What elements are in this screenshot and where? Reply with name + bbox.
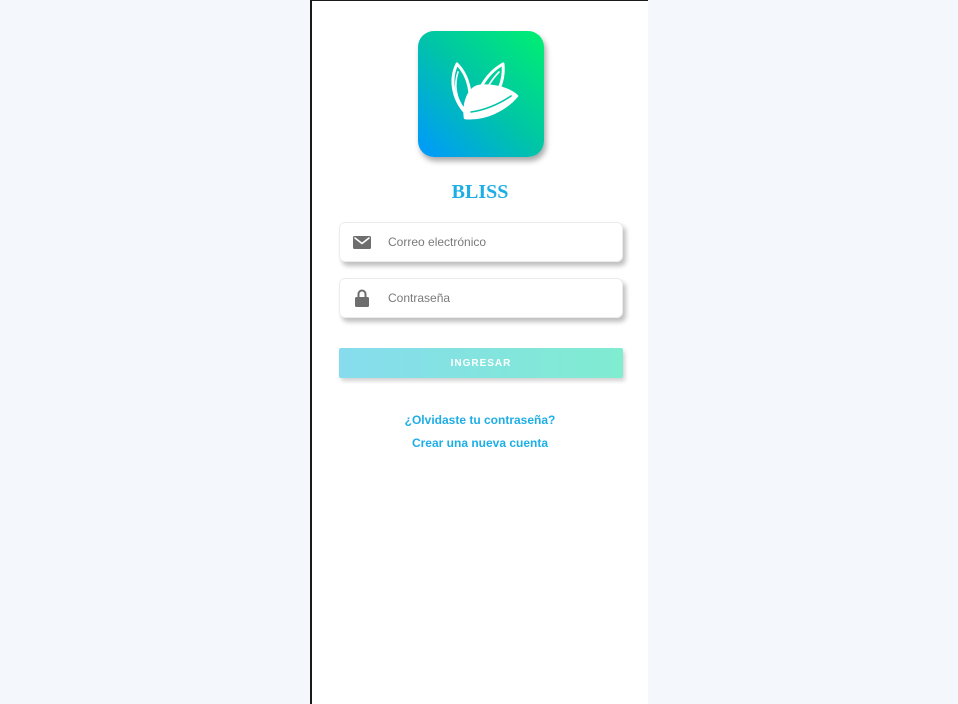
lock-icon [340,279,384,317]
login-screen: BLISS INGRESAR ¿Olvidaste tu contraseña? [310,0,648,704]
password-field[interactable] [339,278,623,318]
app-logo [418,31,544,157]
email-input[interactable] [384,223,604,261]
forgot-password-link[interactable]: ¿Olvidaste tu contraseña? [312,413,648,427]
create-account-link[interactable]: Crear una nueva cuenta [312,436,648,450]
leaf-logo-icon [451,62,519,120]
password-input[interactable] [384,279,604,317]
viewport: BLISS INGRESAR ¿Olvidaste tu contraseña? [0,0,958,704]
brand-title: BLISS [451,181,509,203]
envelope-icon [340,223,384,261]
login-button[interactable]: INGRESAR [339,348,623,378]
email-field[interactable] [339,222,623,262]
